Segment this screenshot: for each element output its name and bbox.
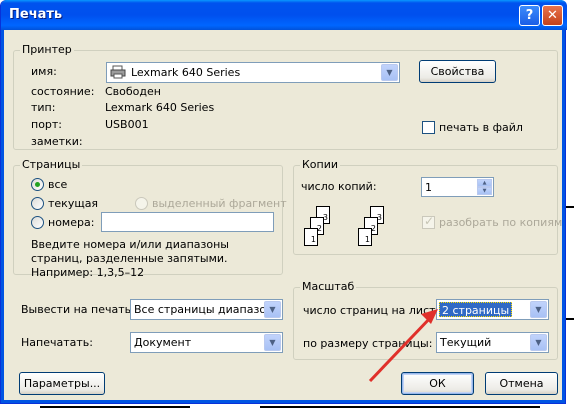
print-dialog: Печать ? ✕ Принтер имя: Lexmark 640 Seri… xyxy=(0,0,567,404)
cancel-button-label: Отмена xyxy=(499,377,544,390)
chevron-down-icon[interactable]: ▼ xyxy=(264,334,281,351)
output-select[interactable]: Все страницы диапазона ▼ xyxy=(130,299,283,320)
scale-select[interactable]: Текущий ▼ xyxy=(436,332,549,353)
help-button[interactable]: ? xyxy=(519,5,540,26)
printer-port-label: порт: xyxy=(31,118,63,131)
pages-current-radio[interactable] xyxy=(31,197,44,210)
properties-button-label: Свойства xyxy=(430,65,485,78)
printer-type-label: тип: xyxy=(31,101,56,114)
chevron-down-icon[interactable]: ▼ xyxy=(264,301,281,318)
background-document-line xyxy=(40,406,190,408)
ok-button-label: ОК xyxy=(429,377,446,390)
stack-page: 1 xyxy=(358,228,372,246)
dialog-title: Печать xyxy=(9,7,63,22)
printer-name-label: имя: xyxy=(31,65,57,78)
pages-per-sheet-value: 2 страницы xyxy=(439,302,513,317)
copies-count-label: число копий: xyxy=(301,180,377,193)
close-button[interactable]: ✕ xyxy=(542,5,563,26)
chevron-down-icon[interactable]: ▼ xyxy=(530,334,547,351)
copies-count-spinner[interactable]: 1 ▲ ▼ xyxy=(421,177,494,197)
print-to-file-label: печать в файл xyxy=(439,121,523,134)
pages-numbers-radio[interactable] xyxy=(31,216,44,229)
pages-hint-text: Введите номера и/или диапазоны страниц, … xyxy=(31,238,229,279)
help-icon: ? xyxy=(525,8,534,23)
pages-selection-radio[interactable] xyxy=(135,197,148,210)
properties-button[interactable]: Свойства xyxy=(419,60,496,83)
pages-group-legend: Страницы xyxy=(20,158,83,172)
print-value: Документ xyxy=(134,336,192,349)
scale-label: по размеру страницы: xyxy=(303,337,433,350)
stack-page: 1 xyxy=(304,228,318,246)
printer-icon xyxy=(110,65,126,79)
print-label: Напечатать: xyxy=(21,336,93,349)
zoom-group-legend: Масштаб xyxy=(300,280,357,294)
collate-label: разобрать по копиям xyxy=(439,216,563,229)
output-label: Вывести на печать: xyxy=(21,303,135,316)
options-button-label: Параметры... xyxy=(23,377,101,390)
printer-notes-label: заметки: xyxy=(31,135,83,148)
pages-per-sheet-label: число страниц на листе: xyxy=(303,304,446,317)
cancel-button[interactable]: Отмена xyxy=(485,372,558,395)
copies-count-value: 1 xyxy=(425,181,432,194)
printer-port-value: USB001 xyxy=(105,118,149,131)
pages-all-label: все xyxy=(48,178,68,191)
printer-name-value: Lexmark 640 Series xyxy=(131,66,241,79)
title-bar[interactable]: Печать ? ✕ xyxy=(1,0,567,30)
printer-name-select[interactable]: Lexmark 640 Series ▼ xyxy=(106,62,400,83)
spin-up-icon[interactable]: ▲ xyxy=(477,179,492,187)
chevron-down-icon[interactable]: ▼ xyxy=(530,301,547,318)
spin-down-icon[interactable]: ▼ xyxy=(477,187,492,195)
print-to-file-checkbox[interactable] xyxy=(422,121,435,134)
collate-checkbox[interactable] xyxy=(422,214,435,229)
close-icon: ✕ xyxy=(547,8,558,23)
pages-all-radio[interactable] xyxy=(31,178,44,191)
printer-group-legend: Принтер xyxy=(20,43,74,57)
pages-per-sheet-select[interactable]: 2 страницы ▼ xyxy=(436,299,549,320)
output-value: Все страницы диапазона xyxy=(134,303,280,316)
printer-status-value: Свободен xyxy=(105,85,161,98)
pages-numbers-input[interactable] xyxy=(101,212,274,232)
scale-value: Текущий xyxy=(440,336,492,349)
copies-group-legend: Копии xyxy=(300,158,341,172)
background-document-line xyxy=(260,406,540,408)
printer-type-value: Lexmark 640 Series xyxy=(105,101,215,114)
pages-current-label: текущая xyxy=(48,197,99,210)
pages-selection-label: выделенный фрагмент xyxy=(152,197,287,210)
ok-button[interactable]: ОК xyxy=(401,372,474,395)
print-select[interactable]: Документ ▼ xyxy=(130,332,283,353)
pages-numbers-label: номера: xyxy=(48,216,95,229)
chevron-down-icon[interactable]: ▼ xyxy=(381,64,398,81)
printer-status-label: состояние: xyxy=(31,85,95,98)
options-button[interactable]: Параметры... xyxy=(19,372,105,395)
